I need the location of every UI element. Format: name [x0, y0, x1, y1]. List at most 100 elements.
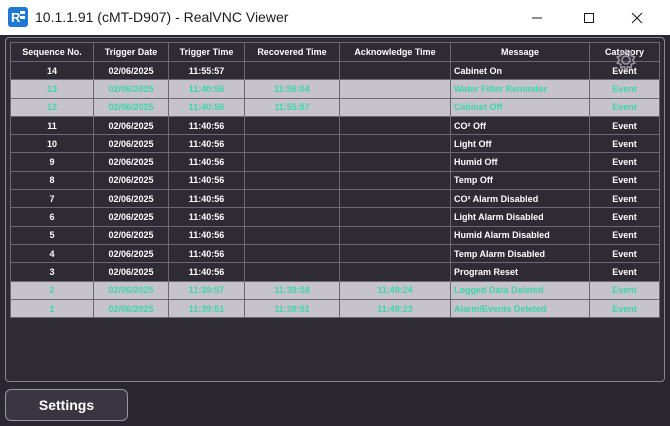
message-cell: Logged Data Deleted	[450, 280, 590, 300]
sequence-cell: 3	[10, 262, 94, 282]
table-row[interactable]: 8 02/06/2025 11:40:56 Temp Off Event	[10, 170, 660, 191]
table-row[interactable]: 11 02/06/2025 11:40:56 CO² Off Event	[10, 115, 660, 136]
table-row[interactable]: 1 02/06/2025 11:39:51 11:39:51 11:49:23 Alarm…	[10, 298, 660, 319]
table-row[interactable]: 14 02/06/2025 11:55:57 Cabinet On Event	[10, 60, 660, 81]
category-cell: Event	[589, 189, 660, 209]
column-header[interactable]: Acknowledge Time	[339, 42, 451, 62]
recovered-time-cell	[244, 170, 340, 191]
trigger-date-cell: 02/06/2025	[93, 298, 169, 319]
sequence-cell: 11	[10, 115, 94, 136]
acknowledge-time-cell	[339, 60, 451, 81]
message-cell: CO² Off	[450, 115, 590, 136]
trigger-time-cell: 11:40:56	[168, 152, 245, 172]
table-row[interactable]: 5 02/06/2025 11:40:56 Humid Alarm Disabled E…	[10, 225, 660, 245]
message-cell: CO² Alarm Disabled	[450, 189, 590, 209]
table-header-row: Sequence No. Trigger Date Trigger Time R…	[10, 42, 660, 62]
recovered-time-cell	[244, 207, 340, 227]
table-row[interactable]: 10 02/06/2025 11:40:56 Light Off Event	[10, 134, 660, 154]
trigger-time-cell: 11:40:56	[168, 189, 245, 209]
message-cell: Light Alarm Disabled	[450, 207, 590, 227]
category-cell: Event	[589, 170, 660, 191]
recovered-time-cell: 11:39:51	[244, 298, 340, 319]
table-row[interactable]: 2 02/06/2025 11:39:57 11:39:58 11:49:24 Logge…	[10, 280, 660, 300]
category-cell: Event	[589, 152, 660, 172]
trigger-date-cell: 02/06/2025	[93, 280, 169, 300]
table-row[interactable]: 4 02/06/2025 11:40:56 Temp Alarm Disabled Ev…	[10, 243, 660, 264]
acknowledge-time-cell	[339, 152, 451, 172]
trigger-date-cell: 02/06/2025	[93, 97, 169, 117]
recovered-time-cell	[244, 262, 340, 282]
message-cell: Light Off	[450, 134, 590, 154]
trigger-date-cell: 02/06/2025	[93, 189, 169, 209]
recovered-time-cell	[244, 152, 340, 172]
trigger-time-cell: 11:40:56	[168, 262, 245, 282]
sequence-cell: 7	[10, 189, 94, 209]
trigger-time-cell: 11:40:56	[168, 225, 245, 245]
trigger-date-cell: 02/06/2025	[93, 225, 169, 245]
settings-button[interactable]: Settings	[5, 389, 128, 421]
message-cell: Cabinet On	[450, 60, 590, 81]
acknowledge-time-cell	[339, 262, 451, 282]
category-cell: Event	[589, 134, 660, 154]
recovered-time-cell	[244, 243, 340, 264]
category-cell: Event	[589, 280, 660, 300]
trigger-time-cell: 11:40:56	[168, 79, 245, 99]
category-cell: Event	[589, 97, 660, 117]
column-header[interactable]: Message	[450, 42, 590, 62]
acknowledge-time-cell	[339, 207, 451, 227]
trigger-time-cell: 11:40:56	[168, 134, 245, 154]
table-row[interactable]: 7 02/06/2025 11:40:56 CO² Alarm Disabled Eve…	[10, 189, 660, 209]
sequence-cell: 2	[10, 280, 94, 300]
message-cell: Humid Off	[450, 152, 590, 172]
maximize-button[interactable]	[566, 0, 612, 35]
recovered-time-cell: 11:39:58	[244, 280, 340, 300]
trigger-time-cell: 11:39:57	[168, 280, 245, 300]
trigger-date-cell: 02/06/2025	[93, 134, 169, 154]
table-row[interactable]: 3 02/06/2025 11:40:56 Program Reset Event	[10, 262, 660, 282]
acknowledge-time-cell	[339, 189, 451, 209]
recovered-time-cell	[244, 115, 340, 136]
trigger-date-cell: 02/06/2025	[93, 170, 169, 191]
message-cell: Temp Off	[450, 170, 590, 191]
table-row[interactable]: 12 02/06/2025 11:40:56 11:55:57 Cabinet Off E…	[10, 97, 660, 117]
trigger-time-cell: 11:40:56	[168, 97, 245, 117]
minimize-icon	[532, 17, 542, 18]
close-button[interactable]	[614, 0, 660, 35]
table-row[interactable]: 6 02/06/2025 11:40:56 Light Alarm Disabled E…	[10, 207, 660, 227]
message-cell: Water Filter Reminder	[450, 79, 590, 99]
trigger-time-cell: 11:40:56	[168, 243, 245, 264]
trigger-time-cell: 11:40:56	[168, 207, 245, 227]
column-header[interactable]: Trigger Date	[93, 42, 169, 62]
acknowledge-time-cell	[339, 97, 451, 117]
sequence-cell: 10	[10, 134, 94, 154]
message-cell: Program Reset	[450, 262, 590, 282]
acknowledge-time-cell: 11:49:24	[339, 280, 451, 300]
message-cell: Temp Alarm Disabled	[450, 243, 590, 264]
maximize-icon	[584, 12, 594, 23]
trigger-time-cell: 11:39:51	[168, 298, 245, 319]
close-icon	[631, 12, 643, 23]
alarm-event-table: Sequence No. Trigger Date Trigger Time R…	[10, 42, 660, 319]
trigger-date-cell: 02/06/2025	[93, 152, 169, 172]
table-row[interactable]: 9 02/06/2025 11:40:56 Humid Off Event	[10, 152, 660, 172]
minimize-button[interactable]	[514, 0, 560, 35]
trigger-date-cell: 02/06/2025	[93, 262, 169, 282]
message-cell: Cabinet Off	[450, 97, 590, 117]
table-row[interactable]: 13 02/06/2025 11:40:56 11:56:04 Water Filter…	[10, 79, 660, 99]
sequence-cell: 5	[10, 225, 94, 245]
trigger-time-cell: 11:55:57	[168, 60, 245, 81]
recovered-time-cell	[244, 134, 340, 154]
column-header[interactable]: Sequence No.	[10, 42, 94, 62]
trigger-time-cell: 11:40:56	[168, 170, 245, 191]
sequence-cell: 13	[10, 79, 94, 99]
column-header[interactable]: Recovered Time	[244, 42, 340, 62]
column-header[interactable]: Trigger Time	[168, 42, 245, 62]
sequence-cell: 12	[10, 97, 94, 117]
trigger-time-cell: 11:40:56	[168, 115, 245, 136]
gear-icon[interactable]	[613, 47, 639, 73]
message-cell: Alarm/Events Deleted	[450, 298, 590, 319]
acknowledge-time-cell: 11:49:23	[339, 298, 451, 319]
category-cell: Event	[589, 79, 660, 99]
category-cell: Event	[589, 207, 660, 227]
trigger-date-cell: 02/06/2025	[93, 207, 169, 227]
